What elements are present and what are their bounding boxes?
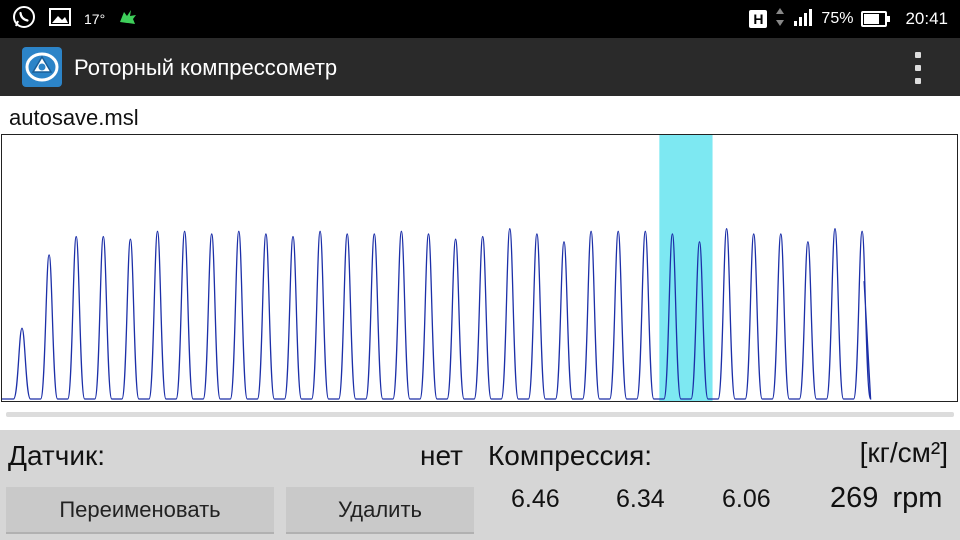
pressure-waveform [2, 228, 872, 400]
rename-button[interactable]: Переименовать [6, 487, 274, 534]
network-h-icon: H [749, 10, 768, 28]
bottom-panel: Датчик: нет Компрессия: [кг/см²] Переиме… [0, 430, 960, 540]
app-title: Роторный компрессометр [74, 55, 338, 80]
battery-percent: 75% [821, 10, 854, 27]
battery-icon [861, 11, 891, 27]
rotary-engine-icon [22, 47, 62, 87]
chart-scrollbar[interactable] [6, 412, 954, 417]
compression-label: Компрессия: [488, 440, 653, 471]
rpm-readout: 269 rpm [830, 482, 943, 514]
sensor-value: нет [420, 440, 463, 471]
gallery-icon [48, 6, 72, 33]
temperature-text: 17° [84, 11, 106, 27]
clock: 20:41 [905, 9, 948, 28]
app-bar: Роторный компрессометр [0, 38, 960, 96]
signal-icon [793, 7, 813, 32]
pressure-chart[interactable] [1, 134, 958, 402]
status-bar: 17° H 75% 20:41 [0, 0, 960, 38]
sensor-label: Датчик: [8, 440, 106, 471]
units-label: [кг/см²] [859, 437, 948, 468]
compression-value-3: 6.06 [722, 485, 771, 513]
overflow-menu-icon[interactable] [908, 52, 928, 84]
recording-area: autosave.msl [0, 96, 960, 430]
pressure-chart-svg[interactable] [2, 135, 957, 401]
whatsapp-icon [12, 5, 36, 34]
delete-button[interactable]: Удалить [286, 487, 474, 534]
file-name: autosave.msl [9, 105, 139, 130]
data-arrows-icon [775, 7, 785, 32]
compression-value-1: 6.46 [511, 485, 560, 513]
compression-value-2: 6.34 [616, 485, 665, 513]
android-icon [117, 6, 139, 33]
